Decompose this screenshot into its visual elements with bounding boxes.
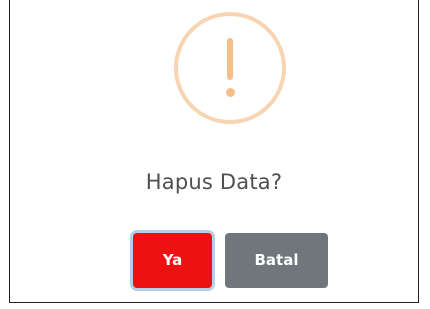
confirm-button[interactable]: Ya <box>133 233 212 288</box>
exclamation-bar <box>227 38 233 80</box>
confirm-dialog: Hapus Data? Ya Batal <box>9 0 419 303</box>
dialog-title: Hapus Data? <box>145 170 283 194</box>
exclamation-dot <box>225 88 235 97</box>
exclamation-circle-icon <box>174 12 286 124</box>
cancel-button[interactable]: Batal <box>225 233 328 288</box>
